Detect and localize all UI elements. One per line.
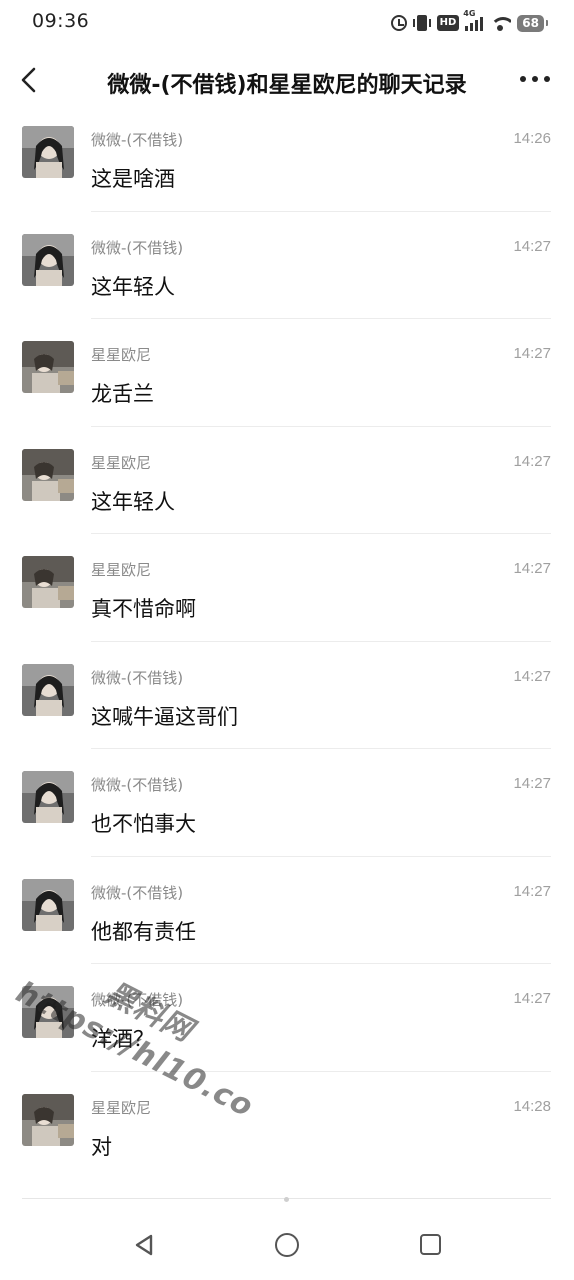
nav-recent-apps-icon[interactable] — [420, 1234, 441, 1255]
scroll-indicator-dot — [284, 1197, 289, 1202]
avatar[interactable] — [22, 1093, 74, 1146]
message-row[interactable]: 微微-(不借钱) 14:27 也不怕事大 — [0, 749, 574, 857]
message-row[interactable]: 星星欧尼 14:27 这年轻人 — [0, 427, 574, 534]
avatar[interactable] — [22, 986, 74, 1038]
status-icons: HD 4G 68 — [390, 9, 548, 34]
message-row[interactable]: 微微-(不借钱) 14:27 洋酒？ — [0, 964, 574, 1072]
message-row[interactable]: 星星欧尼 14:27 龙舌兰 — [0, 319, 574, 427]
message-text: 这年轻人 — [91, 489, 175, 514]
sender-name: 微微-(不借钱) — [91, 668, 184, 687]
sender-name: 微微-(不借钱) — [91, 776, 184, 794]
message-time: 14:26 — [513, 130, 551, 147]
message-time: 14:27 — [513, 452, 551, 470]
status-bar: 09:36 HD 4G 68 — [0, 0, 574, 44]
battery-icon: 68 — [517, 14, 548, 32]
message-row[interactable]: 微微-(不借钱) 14:26 这是啥酒 — [0, 104, 574, 212]
avatar[interactable] — [22, 233, 74, 286]
message-row[interactable]: 星星欧尼 14:28 对 — [0, 1072, 574, 1180]
nav-home-icon[interactable] — [275, 1233, 299, 1257]
message-text: 对 — [91, 1134, 112, 1159]
avatar[interactable] — [22, 663, 74, 716]
message-time: 14:27 — [513, 990, 551, 1007]
sender-name: 微微-(不借钱) — [91, 883, 184, 902]
message-row[interactable]: 微微-(不借钱) 14:27 这年轻人 — [0, 212, 574, 319]
message-text: 龙舌兰 — [91, 382, 154, 406]
message-time: 14:28 — [513, 1097, 551, 1115]
hd-icon: HD — [436, 15, 460, 31]
message-time: 14:27 — [513, 560, 551, 577]
message-list[interactable]: 微微-(不借钱) 14:26 这是啥酒 微微-(不借钱) 14:27 这年轻人 星星欧尼 14… — [0, 104, 574, 1179]
message-text: 这喊牛逼这哥们 — [91, 704, 238, 729]
avatar[interactable] — [22, 771, 74, 823]
back-arrow-icon[interactable] — [18, 66, 42, 94]
avatar[interactable] — [22, 878, 74, 931]
sender-name: 微微-(不借钱) — [91, 991, 184, 1009]
sender-name: 星星欧尼 — [91, 453, 152, 472]
top-bar: 微微-(不借钱)和星星欧尼的聊天记录 — [0, 48, 574, 112]
message-time: 14:27 — [513, 882, 551, 900]
signal-icon: 4G — [463, 9, 484, 31]
wifi-icon — [489, 15, 512, 31]
network-type-label: 4G — [463, 9, 476, 18]
sender-name: 星星欧尼 — [91, 1098, 152, 1117]
more-options-icon[interactable] — [520, 76, 550, 84]
page-title: 微微-(不借钱)和星星欧尼的聊天记录 — [107, 73, 467, 98]
message-time: 14:27 — [513, 667, 551, 685]
system-nav-bar — [0, 1210, 574, 1280]
avatar[interactable] — [22, 341, 74, 393]
avatar[interactable] — [22, 556, 74, 608]
message-text: 洋酒？ — [91, 1027, 154, 1051]
avatar[interactable] — [22, 448, 74, 501]
message-row[interactable]: 微微-(不借钱) 14:27 他都有责任 — [0, 857, 574, 964]
sender-name: 微微-(不借钱) — [91, 238, 184, 257]
message-row[interactable]: 星星欧尼 14:27 真不惜命啊 — [0, 534, 574, 642]
message-time: 14:27 — [513, 345, 551, 362]
message-text: 他都有责任 — [91, 919, 196, 944]
message-time: 14:27 — [513, 775, 551, 792]
sender-name: 星星欧尼 — [91, 561, 152, 579]
avatar[interactable] — [22, 126, 74, 178]
message-row[interactable]: 微微-(不借钱) 14:27 这喊牛逼这哥们 — [0, 642, 574, 749]
message-text: 真不惜命啊 — [91, 597, 196, 621]
message-text: 这是啥酒 — [91, 167, 175, 191]
sender-name: 星星欧尼 — [91, 346, 152, 364]
message-text: 这年轻人 — [91, 274, 175, 299]
message-text: 也不怕事大 — [91, 812, 196, 836]
status-time: 09:36 — [32, 10, 90, 32]
vibrate-icon — [412, 15, 431, 31]
message-time: 14:27 — [513, 237, 551, 255]
nav-back-icon[interactable] — [134, 1234, 154, 1256]
sender-name: 微微-(不借钱) — [91, 131, 184, 149]
alarm-icon — [390, 15, 407, 31]
